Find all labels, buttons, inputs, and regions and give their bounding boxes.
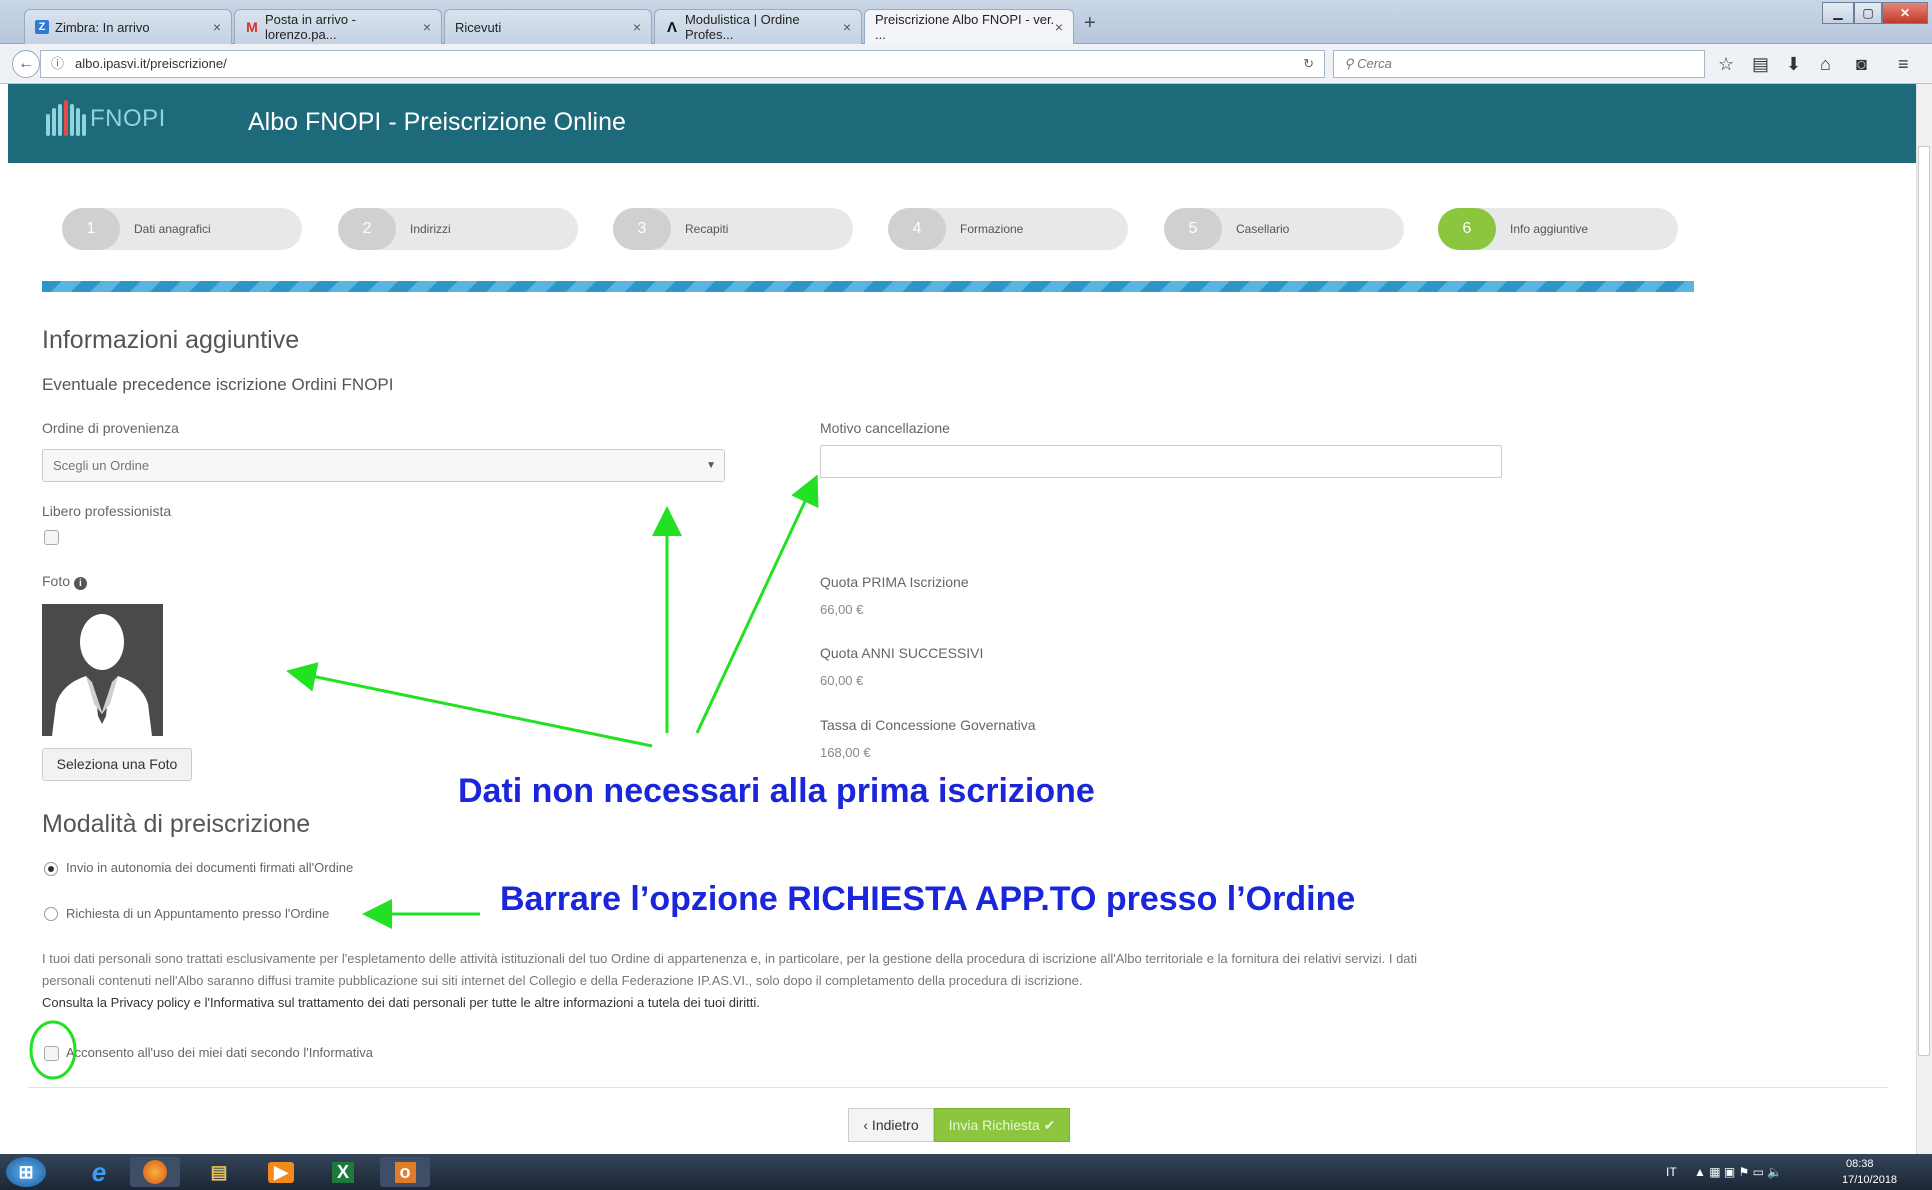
firefox-icon[interactable] [130,1157,180,1187]
outlook-icon[interactable]: o [380,1157,430,1187]
annotation-arrow [695,474,819,734]
internet-explorer-icon[interactable]: e [74,1157,124,1187]
annotation-note: Dati non necessari alla prima iscrizione [458,772,1095,810]
excel-icon[interactable]: X [318,1157,368,1187]
clock-date[interactable]: 17/10/2018 [1842,1162,1897,1190]
tray-icons[interactable]: ▲ ▦ ▣ ⚑ ▭ 🔈 [1694,1154,1782,1190]
annotation-overlay [29,474,819,1080]
folder-icon[interactable]: ▤ [194,1157,244,1187]
annotation-arrow [286,662,653,748]
media-player-icon[interactable]: ▶ [256,1157,306,1187]
annotation-note: Barrare l’opzione RICHIESTA APP.TO press… [500,880,1356,918]
language-indicator[interactable]: IT [1666,1154,1677,1190]
windows-taskbar: ⊞ e ▤ ▶ X o IT ▲ ▦ ▣ ⚑ ▭ 🔈 08:38 17/10/2… [0,1154,1932,1190]
annotation-circle [29,1020,77,1080]
start-icon[interactable]: ⊞ [6,1157,46,1187]
